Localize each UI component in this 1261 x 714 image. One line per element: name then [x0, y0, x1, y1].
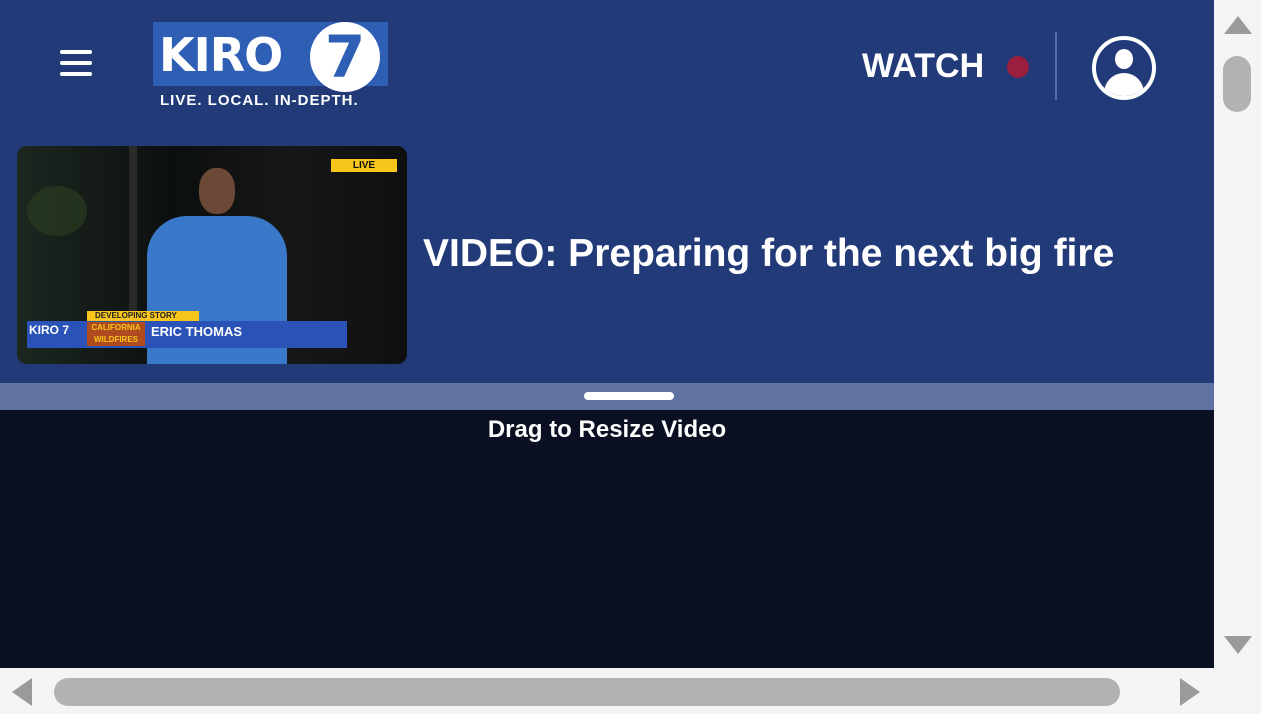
scroll-up-arrow-icon[interactable]: [1224, 16, 1252, 34]
kiro7-logo[interactable]: KIRO 7 LIVE. LOCAL. IN-DEPTH.: [153, 22, 388, 114]
scroll-left-arrow-icon[interactable]: [12, 678, 32, 706]
developing-story-tag: DEVELOPING STORY: [87, 311, 199, 321]
live-badge: LIVE: [331, 159, 397, 172]
topic-tag: CALIFORNIA WILDFIRES: [87, 322, 145, 346]
resize-instruction: Drag to Resize Video: [487, 416, 727, 443]
drag-handle-icon[interactable]: [584, 392, 674, 400]
site-header: KIRO 7 LIVE. LOCAL. IN-DEPTH. WATCH: [0, 0, 1214, 130]
logo-box: KIRO 7: [153, 22, 388, 92]
channel-bug: KIRO 7: [29, 323, 70, 337]
horizontal-scrollbar[interactable]: [0, 668, 1261, 714]
vertical-scrollbar[interactable]: [1214, 0, 1261, 668]
logo-seven-circle: 7: [310, 22, 380, 92]
live-indicator-dot-icon: [1007, 56, 1029, 78]
video-headline[interactable]: VIDEO: Preparing for the next big fire: [423, 230, 1114, 278]
page-viewport: KIRO 7 LIVE. LOCAL. IN-DEPTH. WATCH LIVE…: [0, 0, 1214, 668]
user-profile-icon[interactable]: [1092, 36, 1156, 100]
scroll-right-arrow-icon[interactable]: [1180, 678, 1200, 706]
hamburger-menu-icon[interactable]: [60, 50, 96, 82]
resize-handle-bar[interactable]: [0, 383, 1214, 410]
logo-tagline: LIVE. LOCAL. IN-DEPTH.: [160, 92, 359, 109]
reporter-name: ERIC THOMAS: [151, 324, 242, 339]
logo-text: KIRO: [159, 28, 283, 82]
video-thumbnail[interactable]: LIVE DEVELOPING STORY KIRO 7 CALIFORNIA …: [17, 146, 407, 364]
vertical-scroll-thumb[interactable]: [1223, 56, 1251, 112]
scroll-down-arrow-icon[interactable]: [1224, 636, 1252, 654]
header-divider: [1055, 32, 1057, 100]
horizontal-scroll-thumb[interactable]: [54, 678, 1120, 706]
watch-link[interactable]: WATCH: [862, 46, 984, 86]
video-row: LIVE DEVELOPING STORY KIRO 7 CALIFORNIA …: [0, 130, 1214, 383]
